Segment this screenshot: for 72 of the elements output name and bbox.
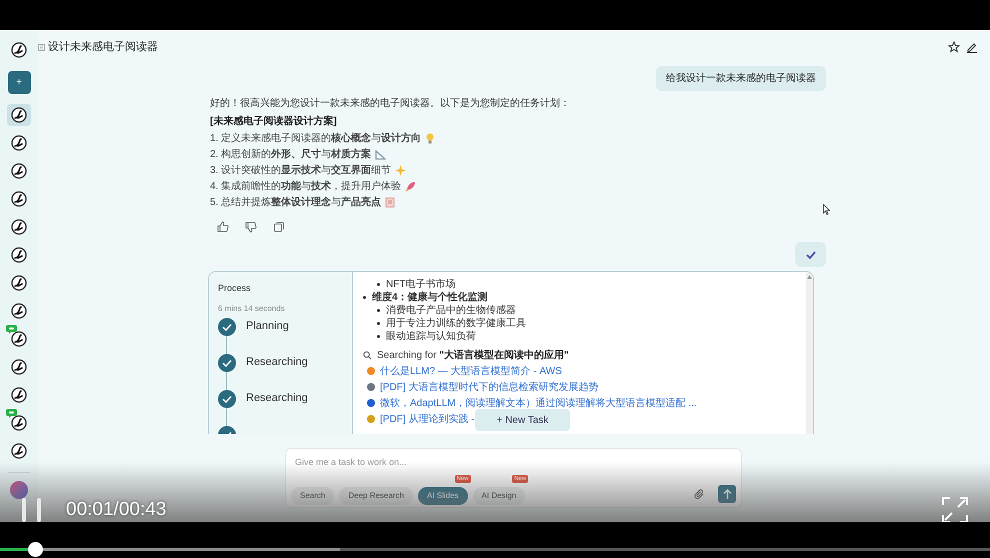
plan-step: 3. 设计突破性的显示技术与交互界面细节 xyxy=(210,163,392,178)
chat-badge-icon xyxy=(6,325,17,334)
list-item: NFT电子书市场 xyxy=(386,278,456,291)
logo-icon xyxy=(11,135,27,151)
checkmark-icon xyxy=(806,250,816,258)
scrollbar[interactable] xyxy=(806,272,813,434)
copy-icon[interactable] xyxy=(273,221,285,233)
check-circle-icon xyxy=(218,390,236,408)
list-item: 眼动追踪与认知负荷 xyxy=(386,330,476,344)
plan-step: 4. 集成前瞻性的功能与技术，提升用户体验 xyxy=(210,179,402,194)
lightbulb-icon xyxy=(425,133,436,144)
star-icon[interactable] xyxy=(948,41,960,53)
edit-icon[interactable] xyxy=(966,41,978,53)
check-circle-icon xyxy=(218,354,236,372)
process-step: Researching xyxy=(246,390,308,407)
list-item: 维度4：健康与个性化监测 xyxy=(372,290,488,304)
plan-step: 1. 定义未来感电子阅读器的核心概念与设计方向 xyxy=(210,131,422,146)
progress-thumb[interactable] xyxy=(28,542,43,557)
mode-chip[interactable]: AI Design xyxy=(472,487,526,505)
user-message: 给我设计一款未来感的电子阅读器 xyxy=(656,66,826,91)
playback-time: 00:01/00:43 xyxy=(66,498,166,522)
process-duration: 6 mins 14 seconds xyxy=(218,302,286,314)
progress-bar[interactable] xyxy=(0,542,990,557)
process-step: Planning xyxy=(246,318,289,335)
thumbs-down-icon[interactable] xyxy=(245,221,257,233)
assistant-message: 好的！很高兴能为您设计一款未来感的电子阅读器。以下是为您制定的任务计划： xyxy=(210,96,571,111)
logo-icon xyxy=(11,107,27,123)
triangle-ruler-icon xyxy=(375,150,386,160)
mode-chip[interactable]: Search xyxy=(291,487,334,505)
process-step: Researching xyxy=(246,354,308,371)
chat-history-item[interactable] xyxy=(7,104,31,126)
search-result-link[interactable]: 微软，AdaptLLM，阅读理解文本）通过阅读理解将大型语言模型适配 ... xyxy=(380,396,697,410)
chat-title: 设计未来感电子阅读器 xyxy=(48,40,158,55)
logo-icon xyxy=(11,163,27,179)
mode-chip[interactable]: Deep Research xyxy=(339,487,413,505)
send-button[interactable] xyxy=(718,485,736,503)
check-circle-icon xyxy=(218,318,236,336)
search-query: Searching for "大语言模型在阅读中的应用" xyxy=(377,348,569,362)
logo-icon xyxy=(11,191,27,207)
arrow-up-icon xyxy=(722,489,732,499)
new-chat-button[interactable]: + xyxy=(8,71,30,94)
plan-step: 2. 构思创新的外形、尺寸与材质方案 xyxy=(210,147,372,162)
logo-icon xyxy=(11,303,27,319)
new-task-button[interactable]: + New Task xyxy=(475,409,570,431)
paperclip-icon[interactable] xyxy=(694,488,705,500)
mouse-cursor-icon xyxy=(823,204,830,215)
process-title: Process xyxy=(218,282,252,295)
memo-icon xyxy=(385,197,396,208)
logo-icon xyxy=(11,443,27,459)
logo-icon xyxy=(11,359,27,375)
logo-icon xyxy=(11,415,27,431)
plan-heading: [未来感电子阅读器设计方案] xyxy=(210,114,338,129)
list-item: 用于专注力训练的数字健康工具 xyxy=(386,316,526,330)
chat-badge-icon xyxy=(6,409,17,418)
sparkle-icon xyxy=(395,165,406,176)
plan-step: 5. 总结并提炼整体设计理念与产品亮点 xyxy=(210,195,382,210)
thumbs-up-icon[interactable] xyxy=(217,221,229,233)
list-item: 消费电子产品中的生物传感器 xyxy=(386,304,516,318)
search-icon xyxy=(363,350,372,360)
logo-icon xyxy=(11,331,27,347)
search-result-link[interactable]: [PDF] 大语言模型时代下的信息检索研究发展趋势 xyxy=(380,380,598,394)
mode-chip[interactable]: AI Slides xyxy=(418,487,468,505)
search-result-link[interactable]: 什么是LLM? — 大型语言模型简介 - AWS xyxy=(380,364,562,378)
app-logo-icon xyxy=(11,42,27,58)
logo-icon xyxy=(11,387,27,403)
logo-icon xyxy=(11,275,27,291)
user-avatar[interactable] xyxy=(10,481,28,499)
logo-icon xyxy=(11,247,27,263)
search-result-link[interactable]: [PDF] 从理论到实践 - xyxy=(380,412,474,426)
logo-icon xyxy=(11,219,27,235)
task-input-field[interactable]: Give me a task to work on... xyxy=(291,455,736,469)
sidebar-toggle-icon[interactable] xyxy=(38,44,45,50)
